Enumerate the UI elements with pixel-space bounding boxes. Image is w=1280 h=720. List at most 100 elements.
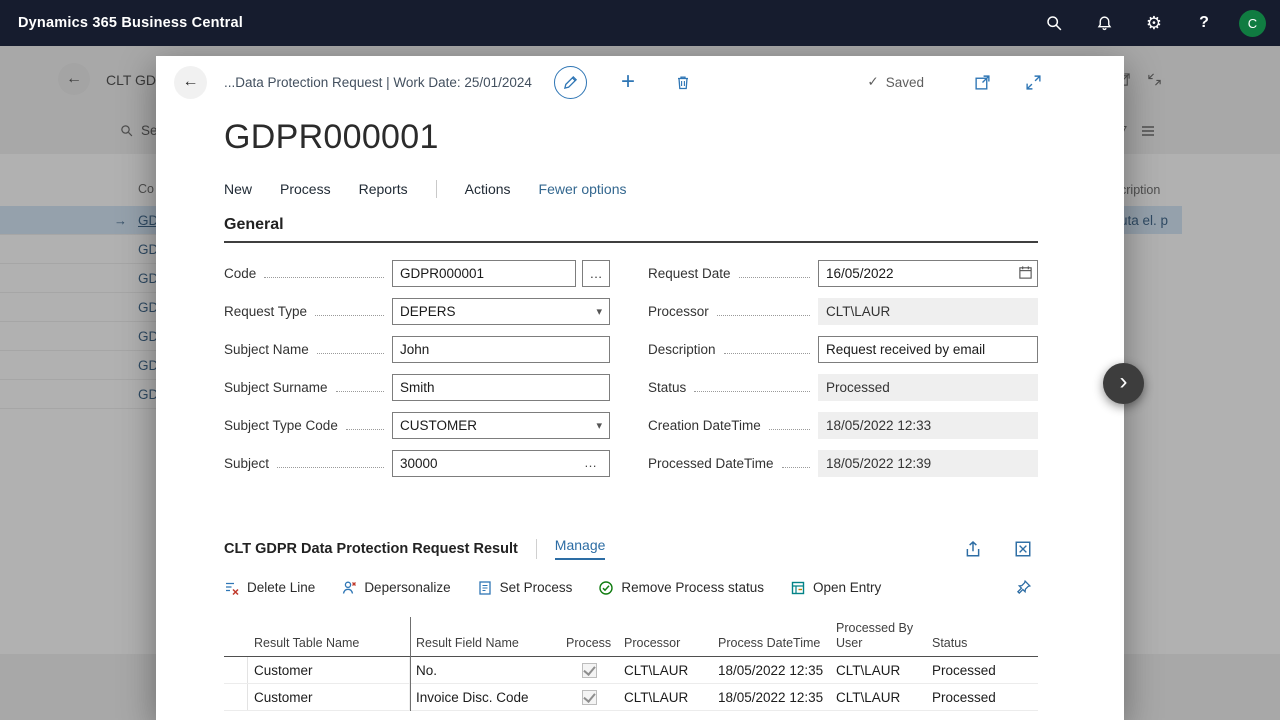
cell-processor: CLT\LAUR (624, 689, 689, 705)
cell-processed-by-user: CLT\LAUR (836, 689, 901, 705)
request-date-input[interactable] (818, 259, 1038, 287)
col-process-datetime[interactable]: Process DateTime (712, 636, 830, 651)
cell-result-field-name: No. (416, 662, 438, 678)
col-result-table-name[interactable]: Result Table Name (248, 636, 376, 651)
subject-name-input[interactable] (392, 335, 610, 363)
open-in-new-icon[interactable] (968, 73, 997, 92)
col-result-field-name[interactable]: Result Field Name (410, 636, 560, 651)
subject-assist-icon[interactable]: … (578, 454, 603, 471)
dialog-back-icon[interactable]: ← (174, 65, 207, 99)
cell-result-table-name: Customer (254, 689, 313, 705)
share-icon[interactable] (958, 539, 988, 559)
row-selector-cell (224, 657, 248, 683)
action-menu: New Process Reports Actions Fewer option… (224, 180, 1124, 198)
expand-icon[interactable] (1019, 73, 1048, 92)
field-creation-datetime: Creation DateTime 18/05/2022 12:33 (648, 411, 1038, 439)
row-selector-cell (224, 684, 248, 710)
result-table-header: Result Table Name Result Field Name Proc… (224, 617, 1038, 657)
field-request-date: Request Date (648, 259, 1038, 287)
app-header: Dynamics 365 Business Central ⚙ ? C (0, 0, 1280, 46)
remove-process-status-icon (599, 580, 614, 595)
request-card-dialog: ← ...Data Protection Request | Work Date… (156, 56, 1124, 720)
cell-status: Processed (932, 662, 996, 678)
request-type-input[interactable] (392, 297, 610, 325)
dotted-leader (781, 466, 810, 468)
field-code: Code … (224, 259, 610, 287)
cell-spacer (376, 684, 410, 710)
field-subject-name: Subject Name (224, 335, 610, 363)
manage-tab[interactable]: Manage (554, 537, 606, 560)
table-row[interactable]: Customer No. CLT\LAUR 18/05/2022 12:35 C… (224, 657, 1038, 684)
code-assist-icon[interactable]: … (582, 259, 610, 287)
field-request-type: Request Type ▾ (224, 297, 610, 325)
dialog-window-actions (968, 73, 1048, 92)
subject-surname-input[interactable] (392, 373, 610, 401)
fewer-options-link[interactable]: Fewer options (539, 181, 627, 197)
creation-datetime-value: 18/05/2022 12:33 (818, 411, 1038, 439)
app-title: Dynamics 365 Business Central (18, 15, 244, 31)
field-subject: Subject … (224, 449, 610, 477)
account-avatar[interactable]: C (1239, 9, 1266, 37)
cell-processed-by-user: CLT\LAUR (836, 662, 901, 678)
dotted-leader (316, 352, 384, 354)
open-entry-button[interactable]: Open Entry (790, 580, 881, 596)
set-process-button[interactable]: Set Process (477, 580, 572, 596)
dotted-leader (277, 466, 384, 468)
process-checkbox[interactable] (581, 689, 597, 705)
menu-item-new[interactable]: New (224, 181, 252, 197)
dotted-leader (716, 314, 810, 316)
field-processor: Processor CLT\LAUR (648, 297, 1038, 325)
delete-line-button[interactable]: Delete Line (224, 580, 315, 596)
chevron-right-icon: › (1119, 368, 1128, 395)
col-processor[interactable]: Processor (618, 636, 712, 651)
col-status[interactable]: Status (926, 636, 1038, 651)
dotted-leader (345, 428, 384, 430)
field-processed-datetime: Processed DateTime 18/05/2022 12:39 (648, 449, 1038, 477)
edit-pencil-icon[interactable] (553, 65, 587, 99)
open-entry-icon (791, 581, 805, 594)
menu-item-process[interactable]: Process (280, 181, 331, 197)
open-in-excel-icon[interactable] (1008, 539, 1038, 559)
dialog-header: ← ...Data Protection Request | Work Date… (156, 56, 1124, 108)
calendar-icon[interactable] (1018, 265, 1033, 283)
cell-process-datetime: 18/05/2022 12:35 (718, 662, 824, 678)
result-section-header: CLT GDPR Data Protection Request Result … (224, 537, 1038, 560)
chevron-down-icon[interactable]: ▾ (596, 419, 602, 432)
result-section: CLT GDPR Data Protection Request Result … (224, 537, 1038, 711)
col-process[interactable]: Process (560, 636, 618, 651)
general-section-heading[interactable]: General (224, 216, 1038, 243)
frozen-column-divider (410, 617, 411, 711)
next-record-button[interactable]: › (1103, 363, 1144, 404)
general-form: Code … Request Type ▾ Subjec (224, 259, 1038, 487)
search-icon[interactable] (1029, 0, 1079, 46)
code-input[interactable] (392, 259, 576, 287)
depersonalize-icon (343, 581, 357, 594)
table-row[interactable]: Customer Invoice Disc. Code CLT\LAUR 18/… (224, 684, 1038, 711)
depersonalize-button[interactable]: Depersonalize (341, 580, 451, 596)
col-processed-by-user[interactable]: Processed By User (830, 621, 926, 651)
process-checkbox[interactable] (581, 662, 597, 678)
delete-record-icon[interactable] (669, 73, 697, 92)
help-icon[interactable]: ? (1179, 0, 1229, 46)
notifications-bell-icon[interactable] (1079, 0, 1129, 46)
new-record-icon[interactable]: + (615, 69, 641, 95)
app-header-actions: ⚙ ? C (1029, 0, 1280, 46)
dialog-content: General Code … Request Type (224, 216, 1038, 711)
remove-process-status-button[interactable]: Remove Process status (598, 580, 764, 596)
settings-gear-icon[interactable]: ⚙ (1129, 0, 1179, 46)
chevron-down-icon[interactable]: ▾ (596, 305, 602, 318)
cell-result-table-name: Customer (254, 662, 313, 678)
dotted-leader (315, 314, 384, 316)
cell-status: Processed (932, 689, 996, 705)
form-right-column: Request Date Processor CLT\LAUR (648, 259, 1038, 487)
field-subject-type-code: Subject Type Code ▾ (224, 411, 610, 439)
pin-icon[interactable] (1009, 578, 1038, 597)
dialog-caption: ...Data Protection Request | Work Date: … (224, 74, 532, 90)
result-header-icons (958, 539, 1038, 559)
menu-item-actions[interactable]: Actions (465, 181, 511, 197)
menu-item-reports[interactable]: Reports (359, 181, 408, 197)
subject-type-code-input[interactable] (392, 411, 610, 439)
description-input[interactable] (818, 335, 1038, 363)
field-subject-surname: Subject Surname (224, 373, 610, 401)
result-section-title: CLT GDPR Data Protection Request Result (224, 540, 518, 557)
